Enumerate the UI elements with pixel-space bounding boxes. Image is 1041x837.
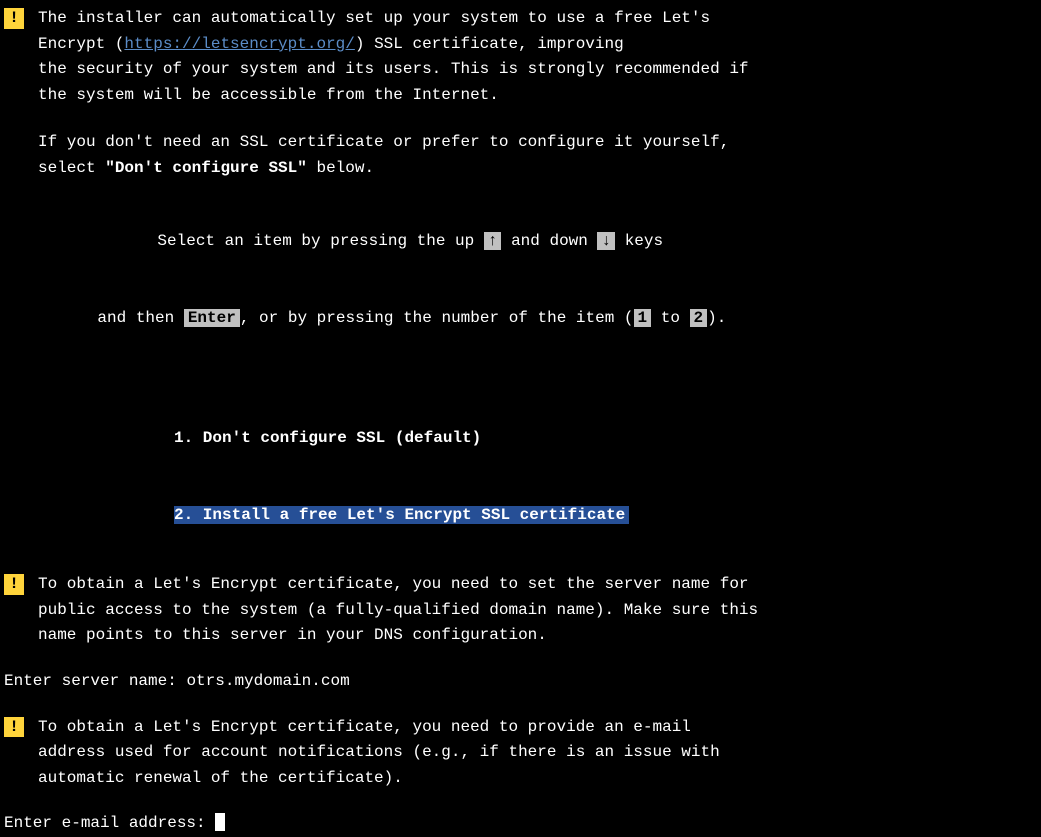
email-label: Enter e-mail address:: [4, 814, 215, 832]
nav-mid: and down: [501, 232, 597, 250]
ssl-menu: 1. Don't configure SSL (default) 2. Inst…: [4, 375, 1037, 554]
nav2-pre: and then: [97, 309, 183, 327]
nav2-to: to: [651, 309, 689, 327]
nav-pre: Select an item by pressing the up: [157, 232, 483, 250]
info-text: The installer can automatically set up y…: [38, 6, 749, 182]
menu-option-2-label: 2. Install a free Let's Encrypt SSL cert…: [174, 506, 629, 524]
server-name-input[interactable]: otrs.mydomain.com: [186, 672, 349, 690]
nav-instructions: Select an item by pressing the up ↑ and …: [4, 204, 1037, 358]
email-prompt: Enter e-mail address:: [4, 811, 1037, 837]
info-block-servername: ! To obtain a Let's Encrypt certificate,…: [4, 572, 1037, 649]
nav2-post: ).: [707, 309, 726, 327]
one-key-icon: 1: [634, 309, 652, 327]
warning-icon: !: [4, 574, 24, 595]
enter-key-icon: Enter: [184, 309, 240, 327]
warning-icon: !: [4, 717, 24, 738]
down-key-icon: ↓: [597, 232, 615, 250]
warning-icon: !: [4, 8, 24, 29]
para1b-bold: "Don't configure SSL": [105, 159, 307, 177]
server-name-prompt: Enter server name: otrs.mydomain.com: [4, 669, 1037, 695]
two-key-icon: 2: [690, 309, 708, 327]
para1b-post: below.: [307, 159, 374, 177]
nav2-mid: , or by pressing the number of the item …: [240, 309, 634, 327]
letsencrypt-link[interactable]: https://letsencrypt.org/: [124, 35, 354, 53]
servername-text: To obtain a Let's Encrypt certificate, y…: [38, 572, 758, 649]
nav-post: keys: [615, 232, 663, 250]
email-text: To obtain a Let's Encrypt certificate, y…: [38, 715, 720, 792]
info-block-email: ! To obtain a Let's Encrypt certificate,…: [4, 715, 1037, 792]
server-name-label: Enter server name:: [4, 672, 186, 690]
info-block-letsencrypt: ! The installer can automatically set up…: [4, 6, 1037, 182]
cursor-icon[interactable]: [215, 813, 225, 831]
up-key-icon: ↑: [484, 232, 502, 250]
menu-option-install-letsencrypt[interactable]: 2. Install a free Let's Encrypt SSL cert…: [174, 503, 1037, 529]
menu-option-1-label: 1. Don't configure SSL (default): [174, 429, 481, 447]
menu-option-dont-configure[interactable]: 1. Don't configure SSL (default): [174, 426, 1037, 452]
